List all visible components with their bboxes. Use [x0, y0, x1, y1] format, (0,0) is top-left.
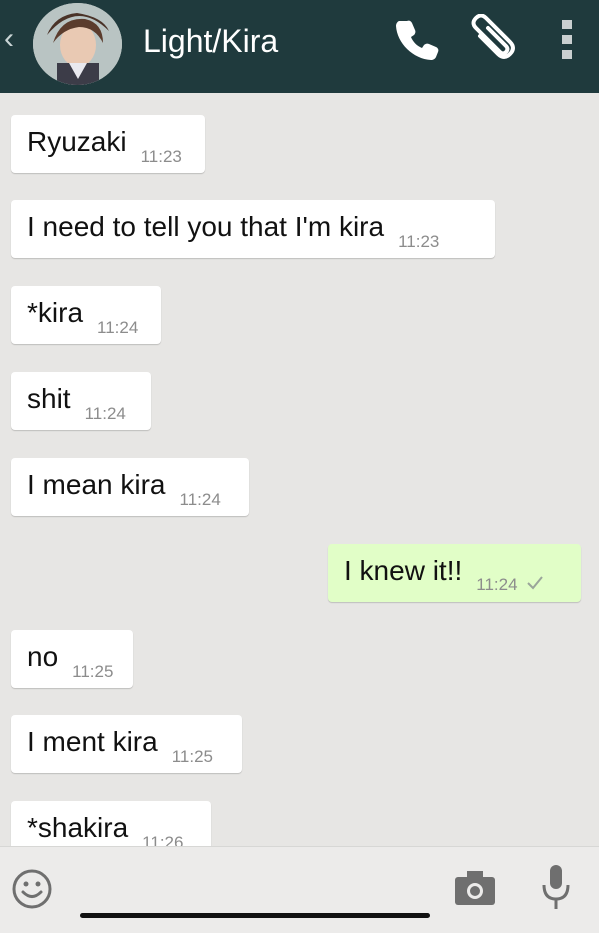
- message-time-value: 11:24: [476, 574, 518, 594]
- message-text: I knew it!!: [344, 555, 463, 586]
- message-time: 11:25: [72, 662, 114, 681]
- message-text: *kira: [27, 297, 84, 328]
- message-bubble[interactable]: *shakira 11:26: [11, 801, 211, 846]
- message-time: 11:24: [97, 318, 139, 337]
- more-vert-icon[interactable]: [559, 14, 579, 67]
- message-bubble[interactable]: shit 11:24: [11, 372, 151, 430]
- message-text: I mean kira: [27, 469, 166, 500]
- message-time: 11:24: [179, 490, 221, 509]
- home-indicator: [80, 913, 430, 918]
- message-bubble[interactable]: I ment kira 11:25: [11, 715, 242, 773]
- contact-name[interactable]: Light/Kira: [143, 21, 278, 61]
- message-list[interactable]: Ryuzaki 11:23 I need to tell you that I'…: [0, 93, 599, 846]
- message-text: I need to tell you that I'm kira: [27, 211, 385, 242]
- message-bubble[interactable]: no 11:25: [11, 630, 133, 688]
- sent-check-icon: [526, 575, 544, 596]
- message-bubble[interactable]: *kira 11:24: [11, 286, 161, 344]
- message-time: 11:26: [142, 833, 184, 846]
- message-text: Ryuzaki: [27, 126, 127, 157]
- chevron-left-icon[interactable]: ‹: [4, 24, 14, 54]
- microphone-icon[interactable]: [540, 863, 572, 918]
- camera-icon[interactable]: [453, 868, 497, 913]
- message-bubble[interactable]: I need to tell you that I'm kira 11:23: [11, 200, 495, 258]
- message-time: 11:25: [171, 747, 213, 766]
- message-time: 11:23: [398, 232, 440, 251]
- paperclip-icon[interactable]: [466, 13, 518, 71]
- message-bubble[interactable]: I mean kira 11:24: [11, 458, 249, 516]
- message-bubble-outgoing[interactable]: I knew it!! 11:24: [328, 544, 581, 602]
- avatar[interactable]: [33, 3, 122, 85]
- emoji-icon[interactable]: [11, 868, 53, 915]
- chat-header: ‹ Light/Kira: [0, 0, 599, 93]
- message-text: shit: [27, 383, 71, 414]
- message-text: I ment kira: [27, 726, 158, 757]
- message-bubble[interactable]: Ryuzaki 11:23: [11, 115, 205, 173]
- message-time: 11:23: [140, 147, 182, 166]
- message-text: no: [27, 641, 59, 672]
- composer-bar: [0, 846, 599, 933]
- message-time: 11:24: [84, 404, 126, 423]
- message-time: 11:24: [476, 575, 544, 596]
- message-text: *shakira: [27, 812, 129, 843]
- phone-icon[interactable]: [394, 14, 442, 67]
